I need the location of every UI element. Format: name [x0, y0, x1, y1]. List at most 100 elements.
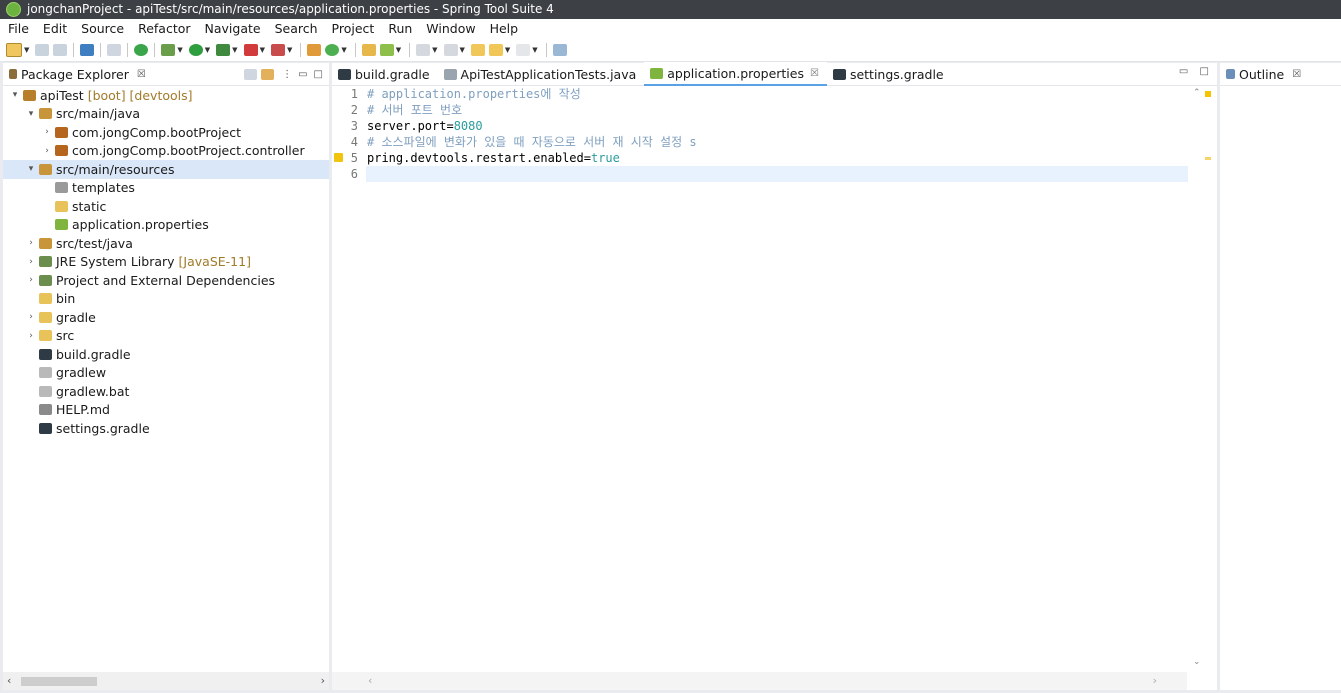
code-text-area[interactable]: # application.properties에 작성 # 서버 포트 번호 se…	[366, 86, 1188, 671]
horizontal-scrollbar[interactable]: ‹ ›	[3, 672, 329, 690]
chevron-down-icon[interactable]: ▼	[260, 46, 265, 54]
tree-item[interactable]: › JRE System Library [JavaSE-11]	[3, 253, 329, 272]
chevron-right-icon[interactable]: ›	[25, 331, 37, 341]
terminal-icon[interactable]	[80, 44, 95, 56]
chevron-right-icon[interactable]: ›	[25, 275, 37, 285]
new-icon[interactable]	[6, 43, 22, 57]
save-icon[interactable]	[35, 44, 50, 56]
tree-item[interactable]: application.properties	[3, 216, 329, 235]
last-edit-location-icon[interactable]	[470, 44, 485, 56]
maximize-icon[interactable]: □	[1200, 66, 1209, 77]
open-perspective-icon[interactable]	[552, 44, 567, 56]
scroll-up-icon[interactable]: ⌃	[1193, 88, 1201, 98]
chevron-right-icon[interactable]: ›	[41, 146, 53, 156]
editor-tab[interactable]: settings.gradle	[827, 63, 952, 85]
minimize-icon[interactable]: ▭	[1179, 66, 1188, 77]
tree-item[interactable]: gradlew.bat	[3, 382, 329, 401]
outline-title[interactable]: Outline	[1239, 67, 1284, 82]
maximize-icon[interactable]: □	[314, 69, 323, 80]
menu-edit[interactable]: Edit	[35, 19, 73, 39]
next-annotation-icon[interactable]	[416, 44, 431, 56]
tree-item[interactable]: bin	[3, 290, 329, 309]
tree-item[interactable]: build.gradle	[3, 345, 329, 364]
minimize-icon[interactable]: ▭	[298, 69, 307, 80]
previous-annotation-icon[interactable]	[443, 44, 458, 56]
chevron-down-icon[interactable]: ▼	[460, 46, 465, 54]
warning-marker[interactable]	[1205, 91, 1211, 97]
menu-help[interactable]: Help	[482, 19, 525, 39]
editor-tab[interactable]: application.properties ☒	[644, 62, 827, 86]
new-java-package-icon[interactable]	[307, 44, 322, 56]
run-external-icon[interactable]	[216, 44, 231, 56]
relaunch-icon[interactable]	[270, 44, 285, 56]
tree-item[interactable]: › src	[3, 327, 329, 346]
tree-item[interactable]: › src/test/java	[3, 234, 329, 253]
tree-item[interactable]: › com.jongComp.bootProject.controller	[3, 142, 329, 161]
link-with-editor-icon[interactable]	[261, 68, 275, 80]
chevron-down-icon[interactable]: ▼	[177, 46, 182, 54]
menu-search[interactable]: Search	[267, 19, 324, 39]
chevron-right-icon[interactable]: ›	[25, 238, 37, 248]
tree-item[interactable]: settings.gradle	[3, 419, 329, 438]
close-icon[interactable]: ☒	[137, 69, 146, 80]
chevron-down-icon[interactable]: ▾	[9, 90, 21, 100]
scrollbar-thumb[interactable]	[21, 677, 97, 686]
chevron-down-icon[interactable]: ▾	[25, 164, 37, 174]
menu-file[interactable]: File	[0, 19, 35, 39]
open-type-icon[interactable]	[361, 44, 376, 56]
chevron-down-icon[interactable]: ▼	[505, 46, 510, 54]
package-explorer-title[interactable]: Package Explorer	[21, 67, 129, 82]
close-tab-icon[interactable]: ☒	[810, 68, 819, 79]
menu-refactor[interactable]: Refactor	[130, 19, 196, 39]
new-java-class-icon[interactable]	[325, 44, 340, 56]
run-icon[interactable]	[188, 44, 203, 56]
chevron-right-icon[interactable]: ›	[25, 312, 37, 322]
warning-icon[interactable]	[334, 153, 343, 162]
skip-breakpoints-icon[interactable]	[107, 44, 122, 56]
stop-icon[interactable]	[243, 44, 258, 56]
chevron-down-icon[interactable]: ▾	[25, 109, 37, 119]
save-all-icon[interactable]	[53, 44, 68, 56]
debug-icon[interactable]	[161, 44, 176, 56]
chevron-down-icon[interactable]: ▼	[205, 46, 210, 54]
tree-item[interactable]: templates	[3, 179, 329, 198]
tree-item[interactable]: › com.jongComp.bootProject	[3, 123, 329, 142]
menu-window[interactable]: Window	[418, 19, 481, 39]
scroll-left-icon[interactable]: ‹	[368, 674, 372, 687]
tree-item[interactable]: ▾ src/main/java	[3, 105, 329, 124]
tree-item[interactable]: › gradle	[3, 308, 329, 327]
back-arrow-icon[interactable]	[488, 44, 503, 56]
editor-tab[interactable]: ApiTestApplicationTests.java	[438, 63, 645, 85]
chevron-right-icon[interactable]: ›	[41, 127, 53, 137]
occurrence-marker[interactable]	[1205, 157, 1211, 160]
tree-item[interactable]: ▾ apiTest [boot] [devtools]	[3, 86, 329, 105]
boot-dashboard-icon[interactable]	[134, 44, 149, 56]
scroll-left-icon[interactable]: ‹	[7, 674, 11, 687]
chevron-down-icon[interactable]: ▼	[287, 46, 292, 54]
editor-horizontal-scrollbar[interactable]: ‹ ›	[332, 672, 1187, 690]
chevron-down-icon[interactable]: ▼	[341, 46, 346, 54]
tree-item[interactable]: static	[3, 197, 329, 216]
editor-tab[interactable]: build.gradle	[332, 63, 438, 85]
menu-run[interactable]: Run	[380, 19, 418, 39]
tree-item[interactable]: ▾ src/main/resources	[3, 160, 329, 179]
chevron-down-icon[interactable]: ▼	[432, 46, 437, 54]
search-icon[interactable]	[379, 44, 394, 56]
tree-item[interactable]: › Project and External Dependencies	[3, 271, 329, 290]
chevron-down-icon[interactable]: ▼	[532, 46, 537, 54]
menu-source[interactable]: Source	[73, 19, 130, 39]
view-menu-icon[interactable]: ⋮	[282, 69, 292, 80]
chevron-right-icon[interactable]: ›	[25, 257, 37, 267]
scroll-right-icon[interactable]: ›	[321, 674, 325, 687]
overview-ruler[interactable]: ⌃ ⌄	[1189, 86, 1217, 671]
chevron-down-icon[interactable]: ▼	[396, 46, 401, 54]
chevron-down-icon[interactable]: ▼	[232, 46, 237, 54]
collapse-all-icon[interactable]	[244, 68, 258, 80]
forward-arrow-icon[interactable]	[516, 44, 531, 56]
scroll-down-icon[interactable]: ⌄	[1193, 657, 1201, 667]
menu-navigate[interactable]: Navigate	[197, 19, 267, 39]
tree-item[interactable]: HELP.md	[3, 401, 329, 420]
close-icon[interactable]: ☒	[1292, 69, 1301, 80]
chevron-down-icon[interactable]: ▼	[24, 46, 29, 54]
scroll-right-icon[interactable]: ›	[1153, 674, 1157, 687]
